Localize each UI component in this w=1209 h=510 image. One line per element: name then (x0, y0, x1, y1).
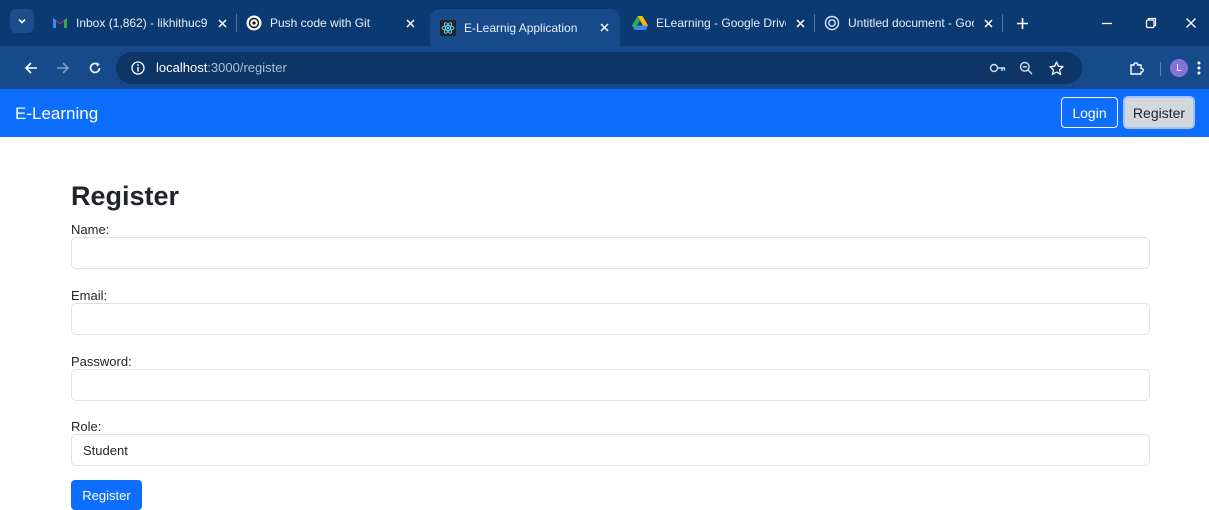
reload-button[interactable] (84, 57, 106, 79)
minimize-icon (1102, 22, 1112, 25)
zoom-icon[interactable] (1016, 58, 1036, 78)
close-icon[interactable] (980, 15, 996, 31)
tab-separator (1002, 14, 1003, 32)
address-bar[interactable]: localhost:3000/register (116, 52, 1082, 84)
new-tab-button[interactable] (1012, 13, 1032, 33)
tab-separator (814, 14, 815, 32)
more-vertical-icon (1197, 61, 1201, 75)
name-label: Name: (71, 222, 110, 237)
tab-elearning-app[interactable]: E-Learnig Application (430, 9, 620, 46)
minimize-button[interactable] (1096, 12, 1118, 34)
password-input[interactable] (71, 369, 1150, 401)
window-close-button[interactable] (1180, 12, 1202, 34)
arrow-right-icon (57, 62, 70, 74)
email-input[interactable] (71, 303, 1150, 335)
site-info-icon[interactable] (128, 58, 148, 78)
url-text: localhost:3000/register (156, 60, 287, 75)
tab-title: ELearning - Google Drive (656, 16, 786, 30)
tab-push-code[interactable]: Push code with Git (246, 0, 418, 46)
tab-google-drive[interactable]: ELearning - Google Drive (632, 0, 808, 46)
drive-icon (632, 15, 648, 31)
app-navbar: E-Learning Login Register (0, 89, 1209, 137)
restore-button[interactable] (1140, 12, 1162, 34)
forward-button[interactable] (52, 57, 74, 79)
role-label: Role: (71, 419, 102, 434)
docs-icon (824, 15, 840, 31)
nav-register-button[interactable]: Register (1123, 96, 1195, 129)
close-icon[interactable] (596, 20, 612, 36)
tab-search-button[interactable] (10, 9, 34, 33)
close-icon[interactable] (792, 15, 808, 31)
email-label: Email: (71, 288, 108, 303)
profile-button[interactable]: L (1168, 57, 1190, 79)
key-icon[interactable] (988, 58, 1008, 78)
url-path: :3000/register (207, 60, 287, 75)
navbar-brand[interactable]: E-Learning (15, 104, 98, 124)
tab-gmail[interactable]: Inbox (1,862) - likhithuc9 (52, 0, 230, 46)
close-icon[interactable] (214, 15, 230, 31)
close-icon (1186, 18, 1196, 28)
page-title: Register (71, 181, 180, 211)
toolbar-separator (1160, 62, 1161, 76)
tab-title: E-Learnig Application (464, 20, 578, 35)
register-submit-button[interactable]: Register (71, 480, 142, 510)
tab-untitled-document[interactable]: Untitled document - Goo (824, 0, 996, 46)
role-input[interactable] (71, 434, 1150, 466)
password-label: Password: (71, 354, 132, 369)
restore-icon (1145, 17, 1157, 29)
browser-toolbar: localhost:3000/register L (0, 46, 1209, 89)
browser-menu-button[interactable] (1188, 57, 1209, 79)
chevron-down-icon (18, 18, 26, 24)
avatar: L (1170, 59, 1188, 77)
browser-tab-strip: Inbox (1,862) - likhithuc9 Push code wit… (0, 0, 1209, 46)
gmail-icon (52, 15, 68, 31)
login-button[interactable]: Login (1061, 97, 1118, 128)
extensions-button[interactable] (1126, 57, 1148, 79)
react-icon (440, 19, 456, 36)
name-input[interactable] (71, 237, 1150, 269)
tab-title: Inbox (1,862) - likhithuc9 (76, 16, 208, 30)
url-host: localhost (156, 60, 208, 75)
arrow-left-icon (24, 62, 37, 74)
bookmark-star-icon[interactable] (1046, 58, 1066, 78)
tab-title: Untitled document - Goo (848, 16, 974, 30)
tab-separator (236, 14, 237, 32)
reload-icon (89, 62, 101, 74)
back-button[interactable] (20, 57, 42, 79)
tab-title: Push code with Git (270, 16, 371, 30)
chatgpt-icon (246, 15, 262, 31)
close-icon[interactable] (402, 15, 418, 31)
plus-icon (1016, 17, 1028, 29)
puzzle-icon (1130, 62, 1144, 75)
